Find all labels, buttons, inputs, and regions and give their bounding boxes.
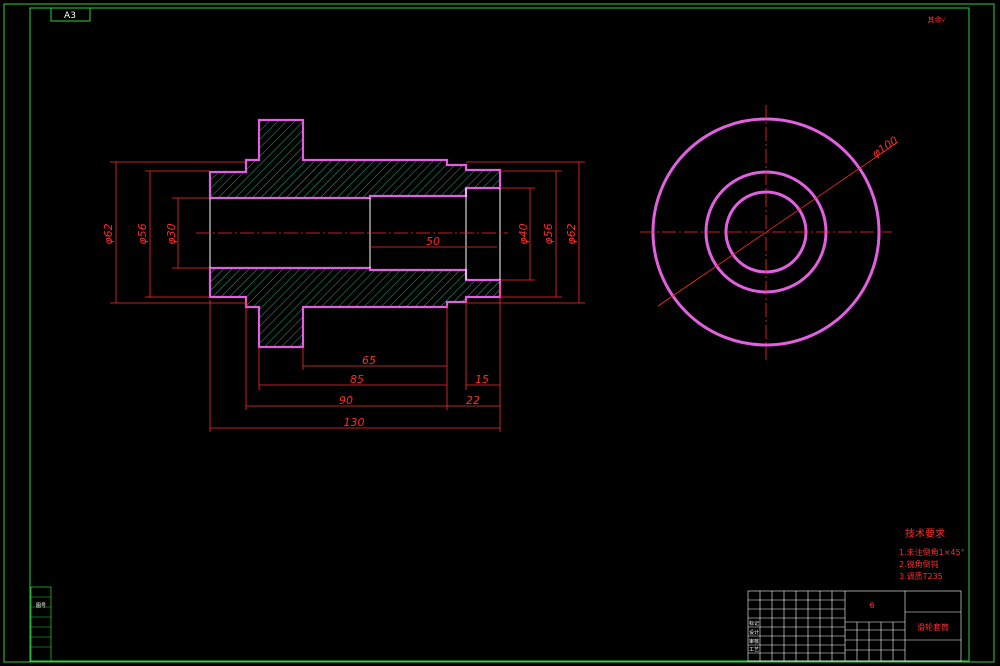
dim-right-dia-62: φ62 (565, 223, 578, 244)
corner-tag: A3 (64, 11, 76, 21)
tb-row-label-4: 工艺 (749, 647, 759, 653)
part-name: 滑轮套筒 (917, 622, 949, 632)
surface-finish-note: 其余√ (928, 15, 947, 24)
dim-left-dia-56: φ56 (136, 223, 149, 244)
dim-right-dia-56: φ56 (542, 223, 555, 244)
tb-row-label-3: 审核 (749, 638, 759, 645)
section-upper (208, 118, 502, 200)
dim-length-130: 130 (344, 416, 365, 429)
section-lower (208, 266, 502, 349)
part-code: 6 (869, 601, 874, 610)
dim-circle-dia-100: φ100 (870, 134, 901, 161)
dim-length-65: 65 (362, 354, 376, 367)
section-view (196, 118, 508, 349)
tb-row-label-1: 标记 (749, 620, 759, 627)
dim-length-15: 15 (475, 373, 489, 386)
inner-frame (29, 7, 970, 662)
tech-requirements: 技术要求 1.未注倒角1×45° 2.锐角倒钝 3.调质T235 (899, 527, 965, 581)
end-view (640, 105, 899, 360)
corner-tag-box: A3 (50, 7, 91, 22)
dim-left-dia-62: φ62 (102, 223, 115, 244)
dim-length-85: 85 (350, 373, 364, 386)
dim-length-90: 90 (339, 394, 353, 407)
outer-frame (3, 3, 995, 663)
tb-row-label-2: 设计 (749, 629, 759, 636)
side-strip: 图号 (30, 586, 52, 662)
dim-bore-length-50: 50 (426, 235, 440, 248)
tech-requirement-2: 2.锐角倒钝 (899, 559, 939, 569)
tech-requirement-3: 3.调质T235 (899, 571, 943, 581)
side-strip-label: 图号 (36, 603, 46, 609)
dim-right-dia-40: φ40 (517, 223, 530, 244)
dim-left-dia-30: φ30 (165, 223, 178, 244)
dim-length-22: 22 (466, 394, 480, 407)
tech-requirement-1: 1.未注倒角1×45° (899, 547, 965, 557)
cad-drawing: A3 其余√ 图号 φ62 φ56 φ30 50 φ40 φ56 φ62 65 … (3, 3, 995, 663)
tech-requirements-title: 技术要求 (905, 527, 945, 540)
